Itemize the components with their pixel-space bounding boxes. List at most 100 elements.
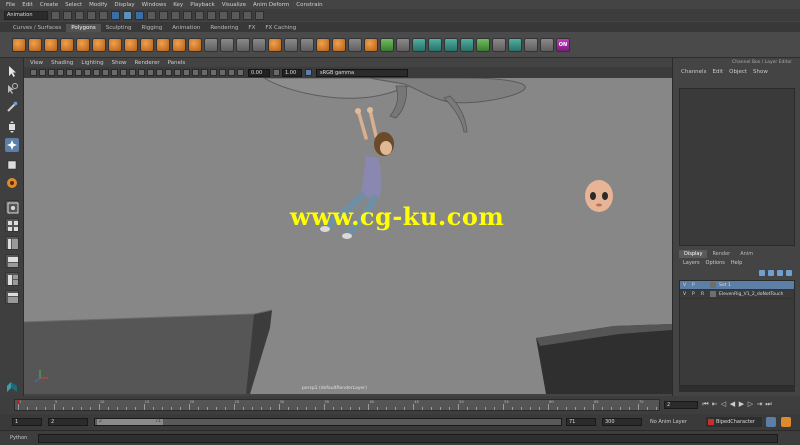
menu-constrain[interactable]: Constrain [296, 2, 322, 8]
sew-uv-icon[interactable] [476, 37, 490, 52]
image-plane-icon[interactable] [48, 69, 55, 76]
layer-tab-render[interactable]: Render [707, 250, 735, 258]
poly-cylinder-icon[interactable] [44, 37, 58, 52]
layer-reference-toggle[interactable]: R [701, 292, 710, 297]
poly-pyramid-icon[interactable] [140, 37, 154, 52]
channel-menu-channels[interactable]: Channels [681, 69, 706, 75]
bevel-alt-icon[interactable] [332, 37, 346, 52]
target-weld-icon[interactable] [396, 37, 410, 52]
snap-plane-icon[interactable] [183, 10, 192, 20]
separate-icon[interactable] [220, 37, 234, 52]
script-editor-layout-icon[interactable] [5, 290, 19, 304]
safe-action-icon[interactable] [102, 69, 109, 76]
select-object-icon[interactable] [123, 10, 132, 20]
isolate-select-icon[interactable] [201, 69, 208, 76]
view-transform-dropdown[interactable]: sRGB gamma [316, 68, 408, 77]
exposure-field[interactable]: 0.00 [248, 68, 270, 77]
range-bar[interactable]: 2 71 [94, 418, 562, 426]
shelf-tab-animation[interactable]: Animation [167, 24, 205, 32]
xray-joints-icon[interactable] [219, 69, 226, 76]
workspace-icon[interactable] [5, 380, 19, 394]
smooth-shade-icon[interactable] [129, 69, 136, 76]
uv-layout-icon[interactable] [460, 37, 474, 52]
play-forward-icon[interactable]: ▶ [737, 400, 746, 409]
step-back-key-icon[interactable]: ⇤ [710, 400, 719, 409]
menu-modify[interactable]: Modify [89, 2, 107, 8]
shadows-icon[interactable] [165, 69, 172, 76]
new-empty-layer-icon[interactable] [777, 269, 783, 276]
four-view-layout-icon[interactable] [5, 218, 19, 232]
menu-set-selector[interactable]: Animation [4, 10, 48, 20]
menu-visualize[interactable]: Visualize [222, 2, 246, 8]
xray-icon[interactable] [210, 69, 217, 76]
shelf-tab-fx-caching[interactable]: FX Caching [260, 24, 301, 32]
anim-layer-label[interactable]: No Anim Layer [650, 419, 687, 425]
step-forward-key-icon[interactable]: ⇥ [755, 400, 764, 409]
panel-menu-view[interactable]: View [30, 60, 43, 66]
exposure-icon[interactable] [237, 69, 244, 76]
move-layer-down-icon[interactable] [768, 269, 774, 276]
animation-end-field[interactable]: 300 [602, 418, 642, 426]
panel-menu-shading[interactable]: Shading [51, 60, 73, 66]
poly-cube-icon[interactable] [28, 37, 42, 52]
merge-icon[interactable] [364, 37, 378, 52]
uv-auto-icon[interactable] [428, 37, 442, 52]
poly-cone-icon[interactable] [60, 37, 74, 52]
lights-icon[interactable] [156, 69, 163, 76]
layer-menu-help[interactable]: Help [731, 260, 742, 266]
time-ruler[interactable]: 1 5 10 15 20 25 30 35 40 45 50 55 60 65 70 [14, 399, 660, 411]
save-scene-icon[interactable] [75, 10, 84, 20]
history-icon[interactable] [207, 10, 216, 20]
smooth-icon[interactable] [236, 37, 250, 52]
move-tool-icon[interactable] [5, 120, 19, 134]
shelf-tab-rendering[interactable]: Rendering [205, 24, 243, 32]
film-gate-icon[interactable] [66, 69, 73, 76]
multicut-icon[interactable] [380, 37, 394, 52]
gamma-icon[interactable] [273, 69, 280, 76]
menu-file[interactable]: File [6, 2, 15, 8]
uv-editor-icon[interactable] [444, 37, 458, 52]
color-management-icon[interactable] [305, 69, 312, 76]
undo-icon[interactable] [87, 10, 96, 20]
layer-playback-toggle[interactable]: P [692, 283, 701, 288]
boolean-icon[interactable] [252, 37, 266, 52]
select-hierarchy-icon[interactable] [111, 10, 120, 20]
layer-menu-options[interactable]: Options [706, 260, 725, 266]
poly-sphere-icon[interactable] [12, 37, 26, 52]
menu-display[interactable]: Display [114, 2, 134, 8]
play-backward-icon[interactable]: ◀ [728, 400, 737, 409]
hypershade-icon[interactable] [255, 10, 264, 20]
backface-culling-icon[interactable] [228, 69, 235, 76]
append-icon[interactable] [348, 37, 362, 52]
textured-icon[interactable] [147, 69, 154, 76]
field-chart-icon[interactable] [93, 69, 100, 76]
gamma-field[interactable]: 1.00 [282, 68, 302, 77]
ipr-render-icon[interactable] [231, 10, 240, 20]
command-input[interactable] [38, 434, 778, 443]
render-frame-icon[interactable] [219, 10, 228, 20]
wireframe-icon[interactable] [120, 69, 127, 76]
current-frame-field[interactable]: 2 [664, 401, 698, 409]
transfer-attr-icon[interactable] [524, 37, 538, 52]
playback-end-field[interactable]: 71 [566, 418, 596, 426]
layer-row[interactable]: V P R ElevenRig_V1_2_doNotTouch [680, 290, 794, 299]
layer-playback-toggle[interactable]: P [692, 292, 701, 297]
shelf-tab-polygons[interactable]: Polygons [66, 24, 101, 32]
layer-row[interactable]: V P Set 1 [680, 281, 794, 290]
anti-aliasing-icon[interactable] [192, 69, 199, 76]
animation-start-field[interactable]: 1 [12, 418, 42, 426]
channel-menu-show[interactable]: Show [753, 69, 768, 75]
range-handle[interactable]: 2 71 [97, 419, 163, 425]
cut-uv-icon[interactable] [492, 37, 506, 52]
bevel-icon[interactable] [316, 37, 330, 52]
menu-select[interactable]: Select [65, 2, 82, 8]
command-language-label[interactable]: Python [10, 435, 27, 441]
step-forward-frame-icon[interactable]: ▷ [746, 400, 755, 409]
snap-curve-icon[interactable] [159, 10, 168, 20]
poly-plane-icon[interactable] [92, 37, 106, 52]
uv-planar-icon[interactable] [412, 37, 426, 52]
select-tool-icon[interactable] [5, 64, 19, 78]
menu-edit[interactable]: Edit [22, 2, 33, 8]
shelf-tab-sculpting[interactable]: Sculpting [101, 24, 137, 32]
resolution-gate-icon[interactable] [75, 69, 82, 76]
